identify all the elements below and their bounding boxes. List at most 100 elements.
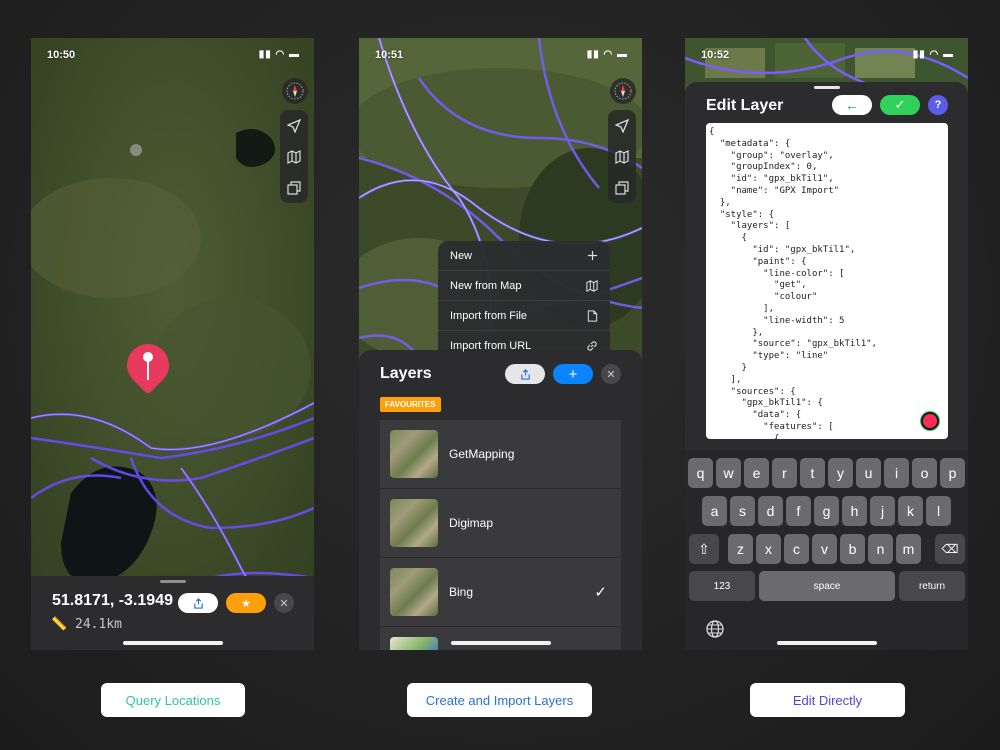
shift-key[interactable]: ⇧ xyxy=(689,534,719,564)
phone-query-locations: 10:50 ▮▮ ◠ ▬ 51.8171, -3.1949 ★ ✕ 📏 24.1… xyxy=(31,38,314,650)
location-arrow-icon[interactable] xyxy=(608,110,636,141)
add-layer-button[interactable]: + xyxy=(553,364,593,384)
json-editor[interactable]: { "metadata": { "group": "overlay", "gro… xyxy=(706,123,948,439)
distance-value: 24.1km xyxy=(75,617,122,632)
home-indicator xyxy=(776,641,877,645)
menu-item-import-file[interactable]: Import from File xyxy=(438,301,610,331)
favourite-button[interactable]: ★ xyxy=(226,593,266,613)
key-m[interactable]: m xyxy=(896,534,921,564)
key-t[interactable]: t xyxy=(800,458,825,488)
menu-item-new-from-map[interactable]: New from Map xyxy=(438,271,610,301)
location-arrow-icon[interactable] xyxy=(280,110,308,141)
caption-label: Create and Import Layers xyxy=(425,692,574,708)
status-icons: ▮▮ ◠ ▬ xyxy=(586,49,628,60)
key-r[interactable]: r xyxy=(772,458,797,488)
key-g[interactable]: g xyxy=(814,496,839,526)
menu-item-label: Import from URL xyxy=(450,340,532,352)
key-y[interactable]: y xyxy=(828,458,853,488)
layer-thumbnail xyxy=(390,568,438,616)
key-w[interactable]: w xyxy=(716,458,741,488)
menu-item-label: New xyxy=(450,249,473,262)
color-picker-button[interactable] xyxy=(921,412,939,430)
map-icon[interactable] xyxy=(280,141,308,172)
json-code: { "metadata": { "group": "overlay", "gro… xyxy=(709,127,877,439)
map-controls xyxy=(608,110,636,203)
layers-icon[interactable] xyxy=(280,172,308,203)
menu-item-label: Import from File xyxy=(450,309,528,322)
layer-row[interactable] xyxy=(380,627,621,650)
numbers-key[interactable]: 123 xyxy=(689,571,755,601)
share-button[interactable] xyxy=(178,593,218,613)
close-button[interactable]: ✕ xyxy=(274,593,294,613)
arrow-left-icon: ← xyxy=(845,97,859,113)
share-icon xyxy=(193,597,203,609)
key-i[interactable]: i xyxy=(884,458,909,488)
close-button[interactable]: ✕ xyxy=(601,364,621,384)
checkmark-icon: ✓ xyxy=(594,584,607,601)
satellite-map[interactable] xyxy=(31,38,314,650)
edit-layer-sheet: Edit Layer ← ✓ ? { "metadata": { "group"… xyxy=(685,82,968,650)
layer-name: Bing xyxy=(449,585,474,599)
plus-icon xyxy=(587,250,598,261)
star-icon: ★ xyxy=(241,597,251,610)
back-button[interactable]: ← xyxy=(832,95,872,115)
key-v[interactable]: v xyxy=(812,534,837,564)
home-indicator xyxy=(122,641,223,645)
edit-layer-title: Edit Layer xyxy=(706,97,784,114)
caption-label: Edit Directly xyxy=(792,692,863,708)
layer-row[interactable]: Digimap xyxy=(380,489,621,557)
key-e[interactable]: e xyxy=(744,458,769,488)
backspace-key[interactable]: ⌫ xyxy=(935,534,965,564)
layers-icon[interactable] xyxy=(608,172,636,203)
sheet-grabber[interactable] xyxy=(159,580,186,583)
key-j[interactable]: j xyxy=(870,496,895,526)
status-icons: ▮▮ ◠ ▬ xyxy=(258,49,300,60)
layer-thumbnail xyxy=(390,499,438,547)
layers-panel: Layers + ✕ FAVOURITES GetMapping Digimap… xyxy=(359,350,642,650)
menu-item-new[interactable]: New xyxy=(438,241,610,271)
layer-thumbnail xyxy=(390,430,438,478)
help-button[interactable]: ? xyxy=(928,95,948,115)
ruler-icon: 📏 xyxy=(51,617,68,632)
sheet-grabber[interactable] xyxy=(813,86,840,89)
share-button[interactable] xyxy=(505,364,545,384)
edit-directly-caption[interactable]: Edit Directly xyxy=(750,683,905,717)
layer-row[interactable]: GetMapping xyxy=(380,420,621,488)
status-time: 10:52 xyxy=(701,49,730,61)
menu-item-import-url[interactable]: Import from URL xyxy=(438,331,610,361)
key-q[interactable]: q xyxy=(688,458,713,488)
create-import-layers-caption[interactable]: Create and Import Layers xyxy=(407,683,592,717)
key-k[interactable]: k xyxy=(898,496,923,526)
distance-label: 📏 24.1km xyxy=(51,617,122,632)
layer-row[interactable]: Bing ✓ xyxy=(380,558,621,626)
key-n[interactable]: n xyxy=(868,534,893,564)
key-x[interactable]: x xyxy=(756,534,781,564)
save-button[interactable]: ✓ xyxy=(880,95,920,115)
map-icon[interactable] xyxy=(608,141,636,172)
key-f[interactable]: f xyxy=(786,496,811,526)
status-bar: 10:51 ▮▮ ◠ ▬ xyxy=(359,38,642,68)
phone-edit-layer: 10:52 ▮▮ ◠ ▬ Edit Layer ← ✓ ? { "metadat… xyxy=(685,38,968,650)
return-key[interactable]: return xyxy=(899,571,965,601)
globe-icon[interactable] xyxy=(705,619,725,644)
favourites-badge: FAVOURITES xyxy=(380,397,441,412)
key-c[interactable]: c xyxy=(784,534,809,564)
key-a[interactable]: a xyxy=(702,496,727,526)
map-icon xyxy=(586,279,598,292)
compass-icon[interactable] xyxy=(282,78,308,104)
key-d[interactable]: d xyxy=(758,496,783,526)
compass-icon[interactable] xyxy=(610,78,636,104)
key-l[interactable]: l xyxy=(926,496,951,526)
key-h[interactable]: h xyxy=(842,496,867,526)
space-key[interactable]: space xyxy=(759,571,895,601)
key-p[interactable]: p xyxy=(940,458,965,488)
query-locations-caption[interactable]: Query Locations xyxy=(101,683,245,717)
key-b[interactable]: b xyxy=(840,534,865,564)
layer-thumbnail xyxy=(390,637,438,650)
key-s[interactable]: s xyxy=(730,496,755,526)
key-z[interactable]: z xyxy=(728,534,753,564)
location-sheet: 51.8171, -3.1949 ★ ✕ 📏 24.1km xyxy=(31,576,314,650)
key-o[interactable]: o xyxy=(912,458,937,488)
backspace-icon: ⌫ xyxy=(941,542,959,556)
key-u[interactable]: u xyxy=(856,458,881,488)
